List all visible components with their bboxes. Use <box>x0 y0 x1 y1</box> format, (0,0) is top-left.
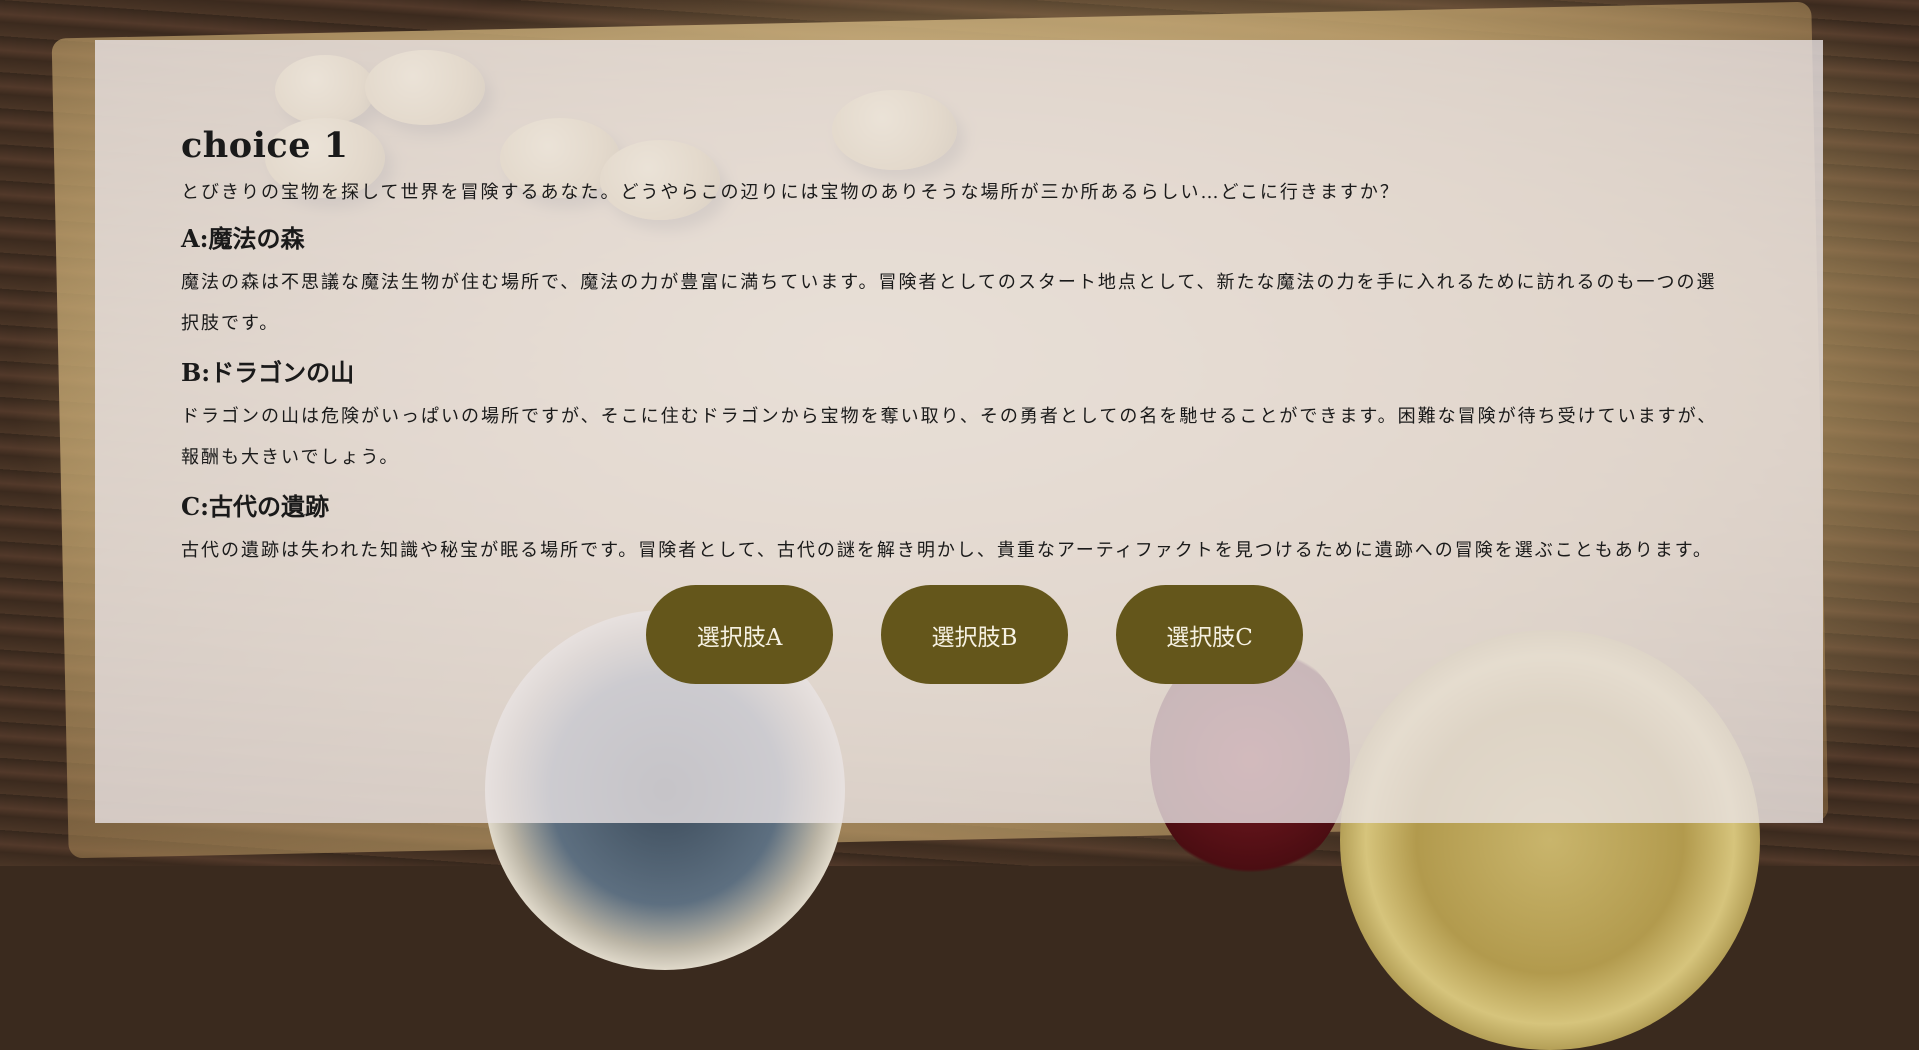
choice-c-button[interactable]: 選択肢C <box>1116 585 1303 685</box>
intro-text: とびきりの宝物を探して世界を冒険するあなた。どうやらこの辺りには宝物のありそうな… <box>181 182 1400 203</box>
choice-a-button[interactable]: 選択肢A <box>646 585 833 685</box>
option-a: A:魔法の森 魔法の森は不思議な魔法生物が住む場所で、魔法の力が豊富に満ちていま… <box>181 224 1723 344</box>
page-title: choice 1 <box>181 125 349 166</box>
option-c: C:古代の遺跡 古代の遺跡は失われた知識や秘宝が眠る場所です。冒険者として、古代… <box>181 492 1723 571</box>
option-c-description: 古代の遺跡は失われた知識や秘宝が眠る場所です。冒険者として、古代の謎を解き明かし… <box>181 540 1713 562</box>
option-c-heading: C:古代の遺跡 <box>181 492 329 522</box>
option-a-description: 魔法の森は不思議な魔法生物が住む場所で、魔法の力が豊富に満ちています。冒険者とし… <box>181 272 1717 335</box>
option-a-heading: A:魔法の森 <box>181 224 305 254</box>
option-b-heading: B:ドラゴンの山 <box>181 358 355 388</box>
choice-panel: choice 1 とびきりの宝物を探して世界を冒険するあなた。どうやらこの辺りに… <box>95 40 1823 823</box>
choice-b-button[interactable]: 選択肢B <box>881 585 1068 685</box>
option-b-description: ドラゴンの山は危険がいっぱいの場所ですが、そこに住むドラゴンから宝物を奪い取り、… <box>181 406 1718 469</box>
choice-buttons: 選択肢A 選択肢B 選択肢C <box>181 585 1723 685</box>
option-b: B:ドラゴンの山 ドラゴンの山は危険がいっぱいの場所ですが、そこに住むドラゴンか… <box>181 358 1723 478</box>
